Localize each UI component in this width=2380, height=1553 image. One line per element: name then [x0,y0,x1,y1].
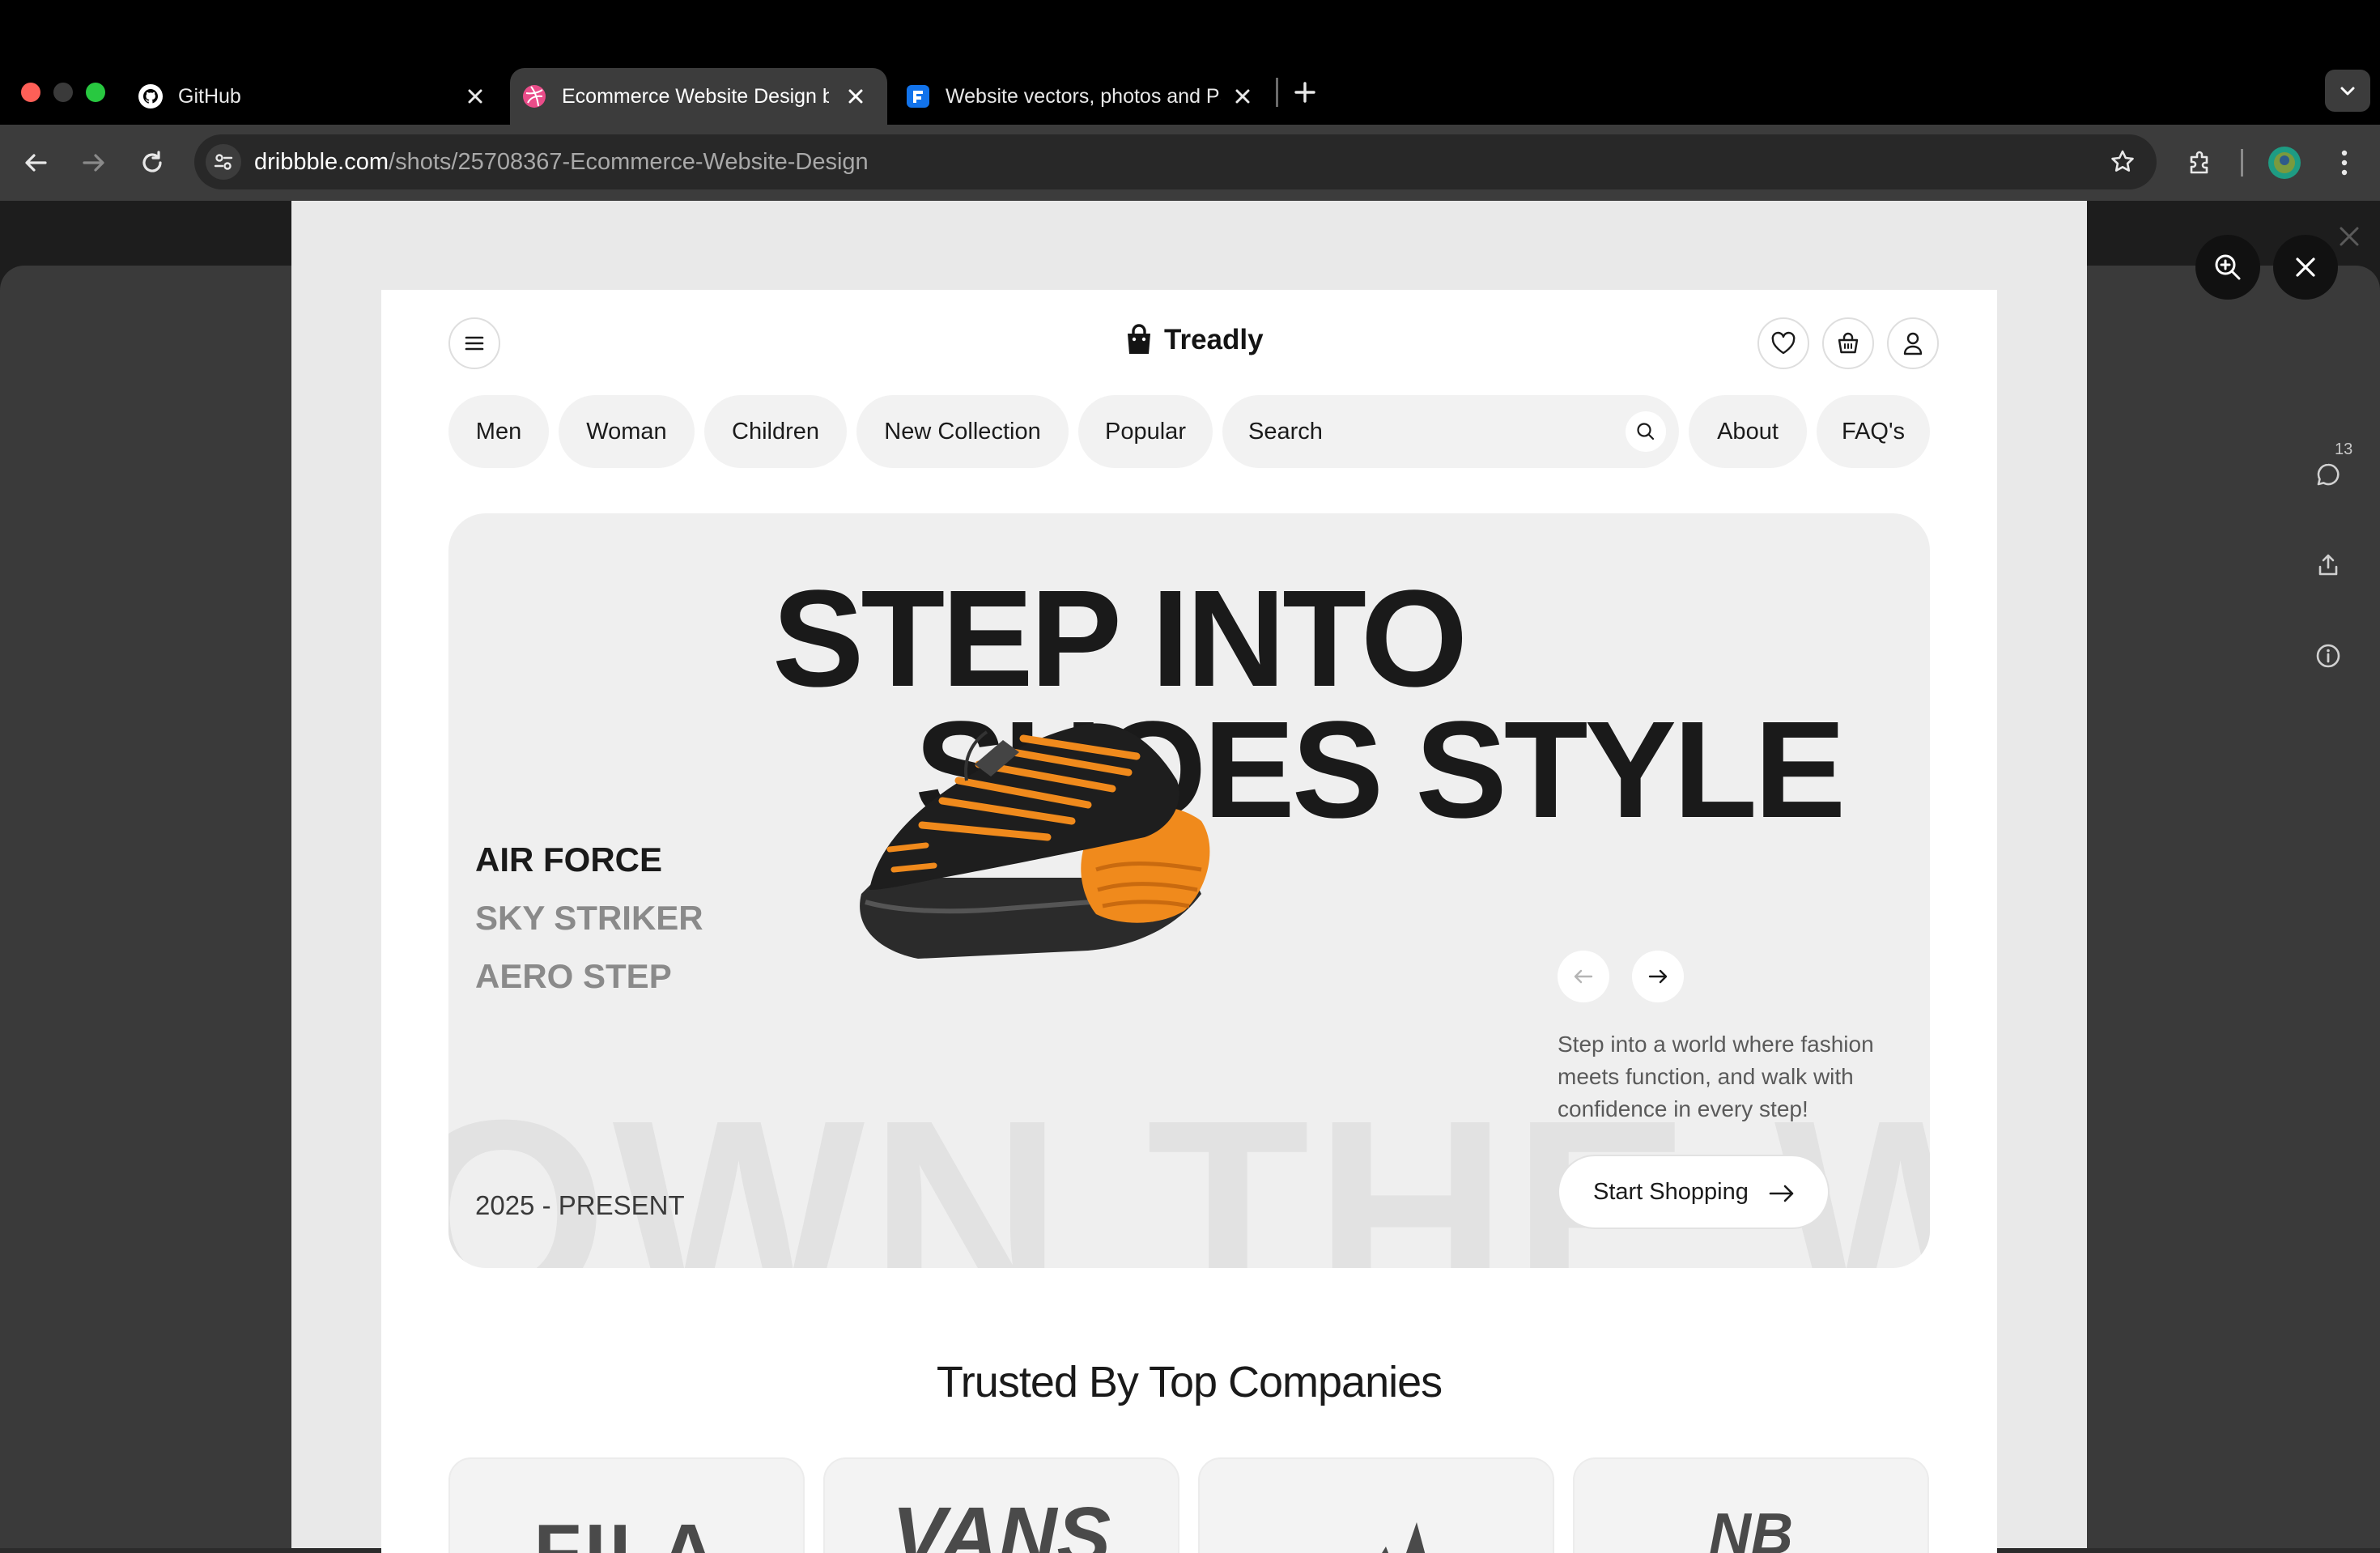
search-icon[interactable] [1626,411,1666,452]
overlay-close-icon[interactable] [2333,220,2365,253]
cart-basket-icon[interactable] [1822,317,1874,369]
url-host: dribbble.com [254,148,389,175]
browser-tab-strip: GitHub Ecommerce Website Design by Websi… [0,0,2380,125]
tab-search-chevron-down-icon[interactable] [2325,70,2370,112]
new-balance-logo: NB [1709,1502,1793,1553]
browser-menu-kebab-icon[interactable] [2323,142,2365,184]
hamburger-menu-icon[interactable] [448,317,500,369]
brand-name: Treadly [1164,324,1264,355]
github-icon [138,83,164,109]
window-minimize-button[interactable] [53,83,73,102]
company-card-new-balance[interactable]: NB [1573,1457,1929,1553]
toolbar-divider [2241,149,2243,177]
carousel-next-arrow-icon[interactable] [1632,951,1684,1002]
tab-title: Ecommerce Website Design by [562,84,829,108]
tab-close-icon[interactable] [461,83,489,110]
product-item[interactable]: SKY STRIKER [475,899,703,938]
company-card-fila[interactable]: FILA [448,1457,805,1553]
profile-avatar[interactable] [2263,142,2306,184]
window-maximize-button[interactable] [86,83,105,102]
nav-children[interactable]: Children [704,395,847,468]
hero-banner: OWN THE WALK STEP INTO SHOES STYLE AIR F… [448,513,1930,1268]
tab-dribbble[interactable]: Ecommerce Website Design by [510,68,887,125]
search-placeholder: Search [1248,418,1323,445]
tab-title: GitHub [178,84,241,108]
reload-icon[interactable] [131,142,173,184]
arrow-right-icon [1769,1185,1794,1202]
shot-modal: Treadly Men Woman Children New Collectio… [291,201,2087,1553]
freepik-icon [905,83,931,109]
bookmark-star-icon[interactable] [2105,144,2140,180]
hero-title-line1: STEP INTO [772,562,1468,716]
product-item[interactable]: AERO STEP [475,957,672,996]
adidas-stripes-logo [1382,1522,1426,1553]
tab-close-icon[interactable] [1229,83,1256,110]
tab-github[interactable]: GitHub [126,68,507,125]
tab-title: Website vectors, photos and PSD [946,84,1221,108]
shopping-bag-icon [1124,324,1154,356]
tab-freepik[interactable]: Website vectors, photos and PSD [894,68,1274,125]
wishlist-heart-icon[interactable] [1757,317,1809,369]
start-shopping-button[interactable]: Start Shopping [1558,1155,1830,1229]
info-icon[interactable] [2299,627,2357,685]
dribbble-icon [521,83,547,109]
search-input[interactable]: Search [1222,395,1679,468]
sneaker-image [860,723,1210,959]
nav-faqs[interactable]: FAQ's [1817,395,1930,468]
tab-divider [1276,78,1278,107]
window-close-button[interactable] [21,83,40,102]
tab-close-icon[interactable] [842,83,869,110]
share-upload-icon[interactable] [2299,536,2357,594]
company-card-adidas[interactable] [1198,1457,1554,1553]
nav-popular[interactable]: Popular [1078,395,1213,468]
hero-years: 2025 - PRESENT [475,1190,685,1220]
forward-arrow-icon[interactable] [73,142,115,184]
vans-logo: VANS [891,1491,1111,1553]
product-item-active[interactable]: AIR FORCE [475,840,662,879]
nav-new-collection[interactable]: New Collection [856,395,1069,468]
account-user-icon[interactable] [1887,317,1939,369]
hero-description: Step into a world where fashion meets fu… [1558,1032,1874,1121]
company-card-vans[interactable]: VANS [823,1457,1179,1553]
zoom-in-icon[interactable] [2195,235,2260,300]
browser-toolbar: dribbble.com/shots/25708367-Ecommerce-We… [0,125,2380,201]
nav-men[interactable]: Men [448,395,549,468]
fila-logo: FILA [533,1508,720,1553]
new-tab-plus-icon[interactable] [1287,74,1323,110]
design-shot: Treadly Men Woman Children New Collectio… [381,290,1997,1553]
extensions-puzzle-icon[interactable] [2179,142,2221,184]
trusted-section-title: Trusted By Top Companies [936,1358,1443,1406]
address-bar[interactable]: dribbble.com/shots/25708367-Ecommerce-We… [194,134,2157,189]
back-arrow-icon[interactable] [15,142,57,184]
site-settings-icon[interactable] [206,144,241,180]
nav-about[interactable]: About [1689,395,1807,468]
close-shot-icon[interactable] [2273,235,2338,300]
carousel-prev-arrow-icon[interactable] [1558,951,1609,1002]
nav-woman[interactable]: Woman [559,395,695,468]
brand-logo[interactable]: Treadly [1124,324,1264,356]
cta-label: Start Shopping [1593,1178,1749,1205]
url-path: /shots/25708367-Ecommerce-Website-Design [389,148,869,175]
comment-count: 13 [2335,440,2353,458]
